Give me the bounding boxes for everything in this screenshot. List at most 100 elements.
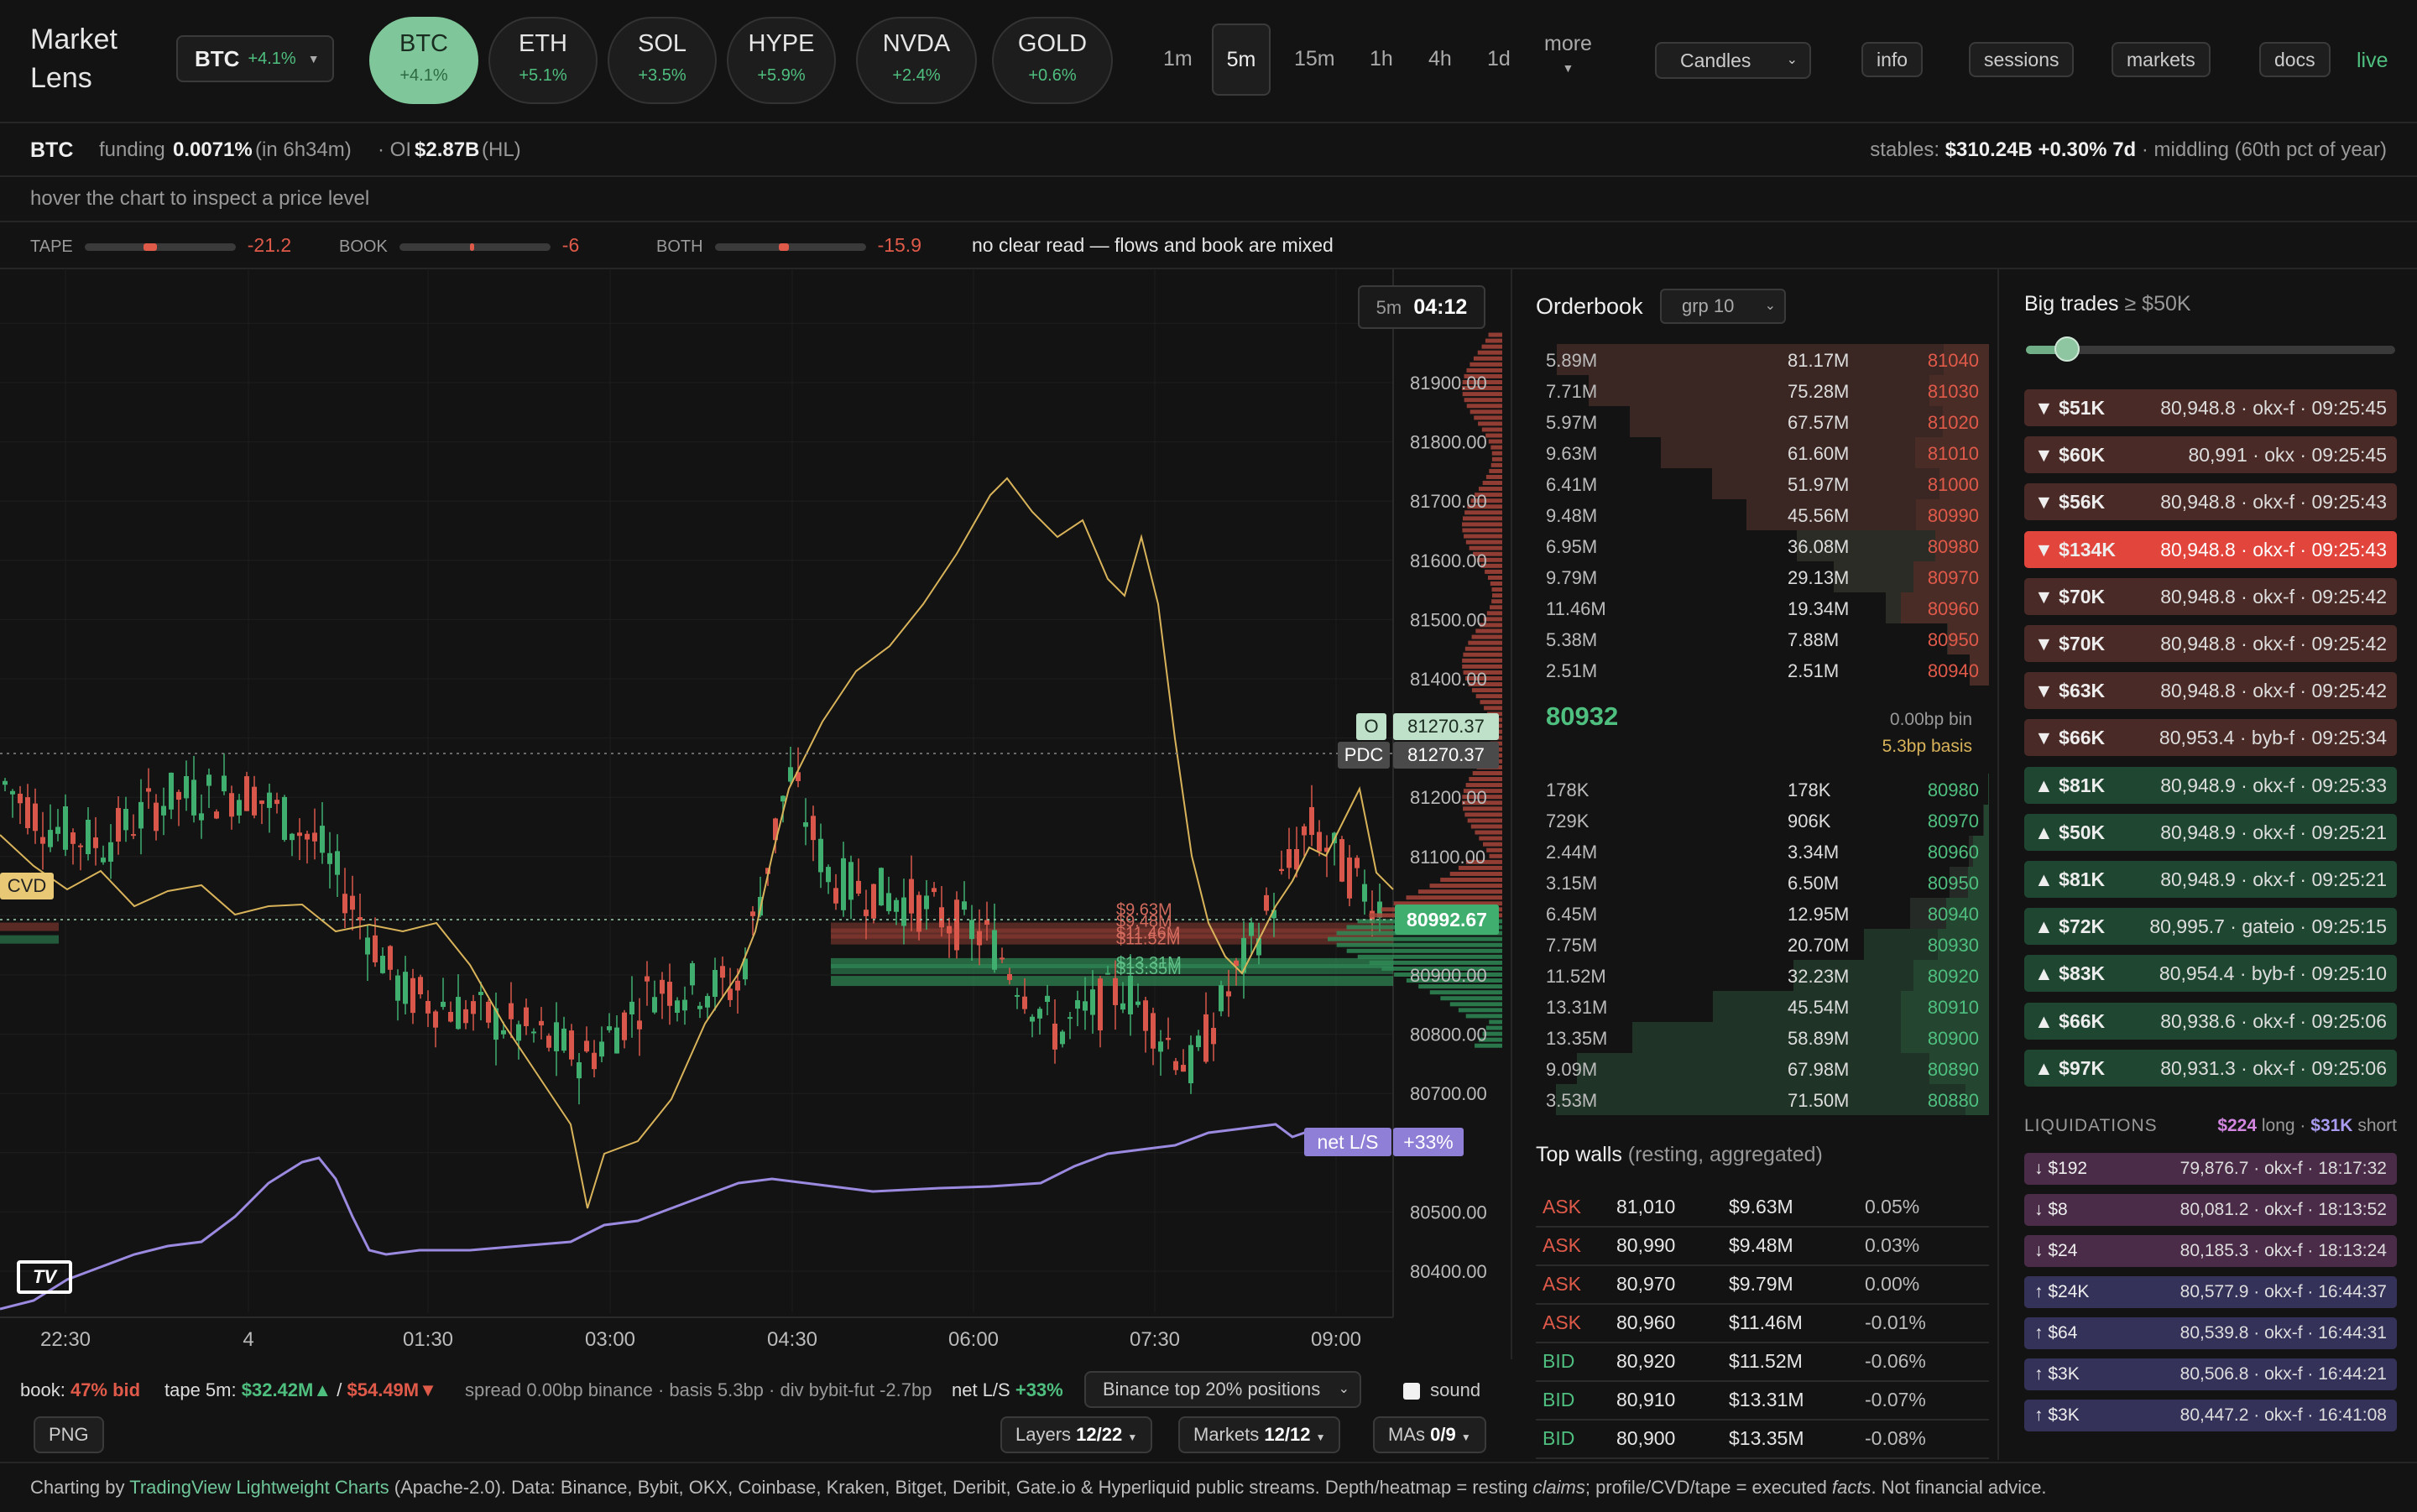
ask-price: 81030 xyxy=(1927,381,1979,402)
ask-row[interactable]: 9.63M 61.60M 81010 xyxy=(1536,437,1989,468)
slider-handle[interactable] xyxy=(2054,336,2080,362)
candle-body xyxy=(1030,1016,1035,1022)
trade-row[interactable]: ▼ $134K 80,948.8 · okx-f · 09:25:43 xyxy=(2024,530,2397,568)
ask-row[interactable]: 7.71M 75.28M 81030 xyxy=(1536,375,1989,406)
wall-labels: $9.63M$9.48M$11.46M$11.52M$13.31M$13.35M xyxy=(1116,900,1182,978)
docs-button[interactable]: docs xyxy=(2259,42,2331,77)
wall-row[interactable]: BID 80,920 $11.52M -0.06% xyxy=(1536,1343,1989,1382)
bid-row[interactable]: 3.15M 6.50M 80950 xyxy=(1536,867,1989,898)
liquidation-row[interactable]: ↓ $24 80,185.3 · okx-f · 18:13:24 xyxy=(2024,1235,2397,1267)
trade-detail: 80,948.8 · okx-f · 09:25:42 xyxy=(2160,633,2387,654)
wall-row[interactable]: BID 80,910 $13.31M -0.07% xyxy=(1536,1382,1989,1421)
ask-row[interactable]: 11.46M 19.34M 80960 xyxy=(1536,592,1989,623)
wall-row[interactable]: ASK 80,990 $9.48M 0.03% xyxy=(1536,1228,1989,1266)
candle-body xyxy=(629,1001,634,1015)
asset-nvda[interactable]: NVDA +2.4% xyxy=(856,17,977,104)
asset-hype[interactable]: HYPE +5.9% xyxy=(727,17,836,104)
trade-row[interactable]: ▲ $81K 80,948.9 · okx-f · 09:25:21 xyxy=(2024,861,2397,898)
timeframe-15m[interactable]: 15m xyxy=(1294,47,1335,71)
candle-body xyxy=(237,800,242,816)
ask-row[interactable]: 5.38M 7.88M 80950 xyxy=(1536,623,1989,654)
symbol-select[interactable]: BTC +4.1% ▼ xyxy=(176,35,334,82)
liquidation-row[interactable]: ↓ $192 79,876.7 · okx-f · 18:17:32 xyxy=(2024,1153,2397,1185)
liquidation-row[interactable]: ↓ $8 80,081.2 · okx-f · 18:13:52 xyxy=(2024,1194,2397,1226)
markets-layer-button[interactable]: Markets 12/12 ▼ xyxy=(1178,1416,1341,1453)
asset-sol[interactable]: SOL +3.5% xyxy=(608,17,717,104)
bid-row[interactable]: 7.75M 20.70M 80930 xyxy=(1536,929,1989,960)
ask-total: 75.28M xyxy=(1788,381,1850,402)
ask-row[interactable]: 6.41M 51.97M 81000 xyxy=(1536,468,1989,499)
live-indicator[interactable]: live xyxy=(2357,49,2388,73)
ask-size: 9.63M xyxy=(1546,443,1598,464)
timeframe-1h[interactable]: 1h xyxy=(1370,47,1393,71)
ask-row[interactable]: 2.51M 2.51M 80940 xyxy=(1536,654,1989,686)
bid-row[interactable]: 13.31M 45.54M 80910 xyxy=(1536,991,1989,1022)
timeframe-4h[interactable]: 4h xyxy=(1428,47,1452,71)
candle-body xyxy=(811,816,816,841)
liquidation-row[interactable]: ↑ $24K 80,577.9 · okx-f · 16:44:37 xyxy=(2024,1276,2397,1308)
markets-button[interactable]: markets xyxy=(2112,42,2211,77)
trade-row[interactable]: ▼ $60K 80,991 · okx · 09:25:45 xyxy=(2024,436,2397,474)
price-chart[interactable]: 81900.00 81800.00 81700.00 81600.00 81500.00… xyxy=(0,269,1512,1359)
bid-row[interactable]: 178K 178K 80980 xyxy=(1536,774,1989,805)
wall-row[interactable]: ASK 80,970 $9.79M 0.00% xyxy=(1536,1266,1989,1305)
info-button[interactable]: info xyxy=(1861,42,1924,77)
wall-row[interactable]: ASK 81,010 $9.63M 0.05% xyxy=(1536,1189,1989,1228)
ask-row[interactable]: 5.89M 81.17M 81040 xyxy=(1536,344,1989,375)
ask-row[interactable]: 9.48M 45.56M 80990 xyxy=(1536,499,1989,530)
trade-row[interactable]: ▼ $66K 80,953.4 · byb-f · 09:25:34 xyxy=(2024,719,2397,757)
chart-canvas[interactable]: 81900.00 81800.00 81700.00 81600.00 81500.00… xyxy=(0,269,1511,1359)
time-tick: 07:30 xyxy=(1130,1328,1180,1351)
asset-gold[interactable]: GOLD +0.6% xyxy=(992,17,1113,104)
sound-toggle[interactable]: sound xyxy=(1403,1379,1480,1401)
trade-row[interactable]: ▼ $70K 80,948.8 · okx-f · 09:25:42 xyxy=(2024,577,2397,615)
tradingview-logo[interactable]: TV xyxy=(17,1260,72,1294)
positions-select[interactable]: Binance top 20% positions ⌄ xyxy=(1084,1371,1361,1408)
candle-body xyxy=(516,1024,521,1041)
trade-row[interactable]: ▼ $63K 80,948.8 · okx-f · 09:25:42 xyxy=(2024,672,2397,710)
liquidation-row[interactable]: ↑ $3K 80,506.8 · okx-f · 16:44:21 xyxy=(2024,1358,2397,1390)
bid-row[interactable]: 3.53M 71.50M 80880 xyxy=(1536,1084,1989,1115)
layers-button[interactable]: Layers 12/22 ▼ xyxy=(1000,1416,1153,1453)
trade-row[interactable]: ▲ $81K 80,948.9 · okx-f · 09:25:33 xyxy=(2024,766,2397,804)
bid-row[interactable]: 9.09M 67.98M 80890 xyxy=(1536,1053,1989,1084)
asset-btc[interactable]: BTC +4.1% xyxy=(369,17,478,104)
timeframe-1d[interactable]: 1d xyxy=(1487,47,1511,71)
bid-row[interactable]: 729K 906K 80970 xyxy=(1536,805,1989,836)
candle-body xyxy=(373,935,378,962)
ask-row[interactable]: 9.79M 29.13M 80970 xyxy=(1536,561,1989,592)
bid-row[interactable]: 13.35M 58.89M 80900 xyxy=(1536,1022,1989,1053)
candle-body xyxy=(395,975,400,1001)
asset-eth[interactable]: ETH +5.1% xyxy=(488,17,598,104)
timeframe-1m[interactable]: 1m xyxy=(1163,47,1193,71)
wall-row[interactable]: BID 80,900 $13.35M -0.08% xyxy=(1536,1421,1989,1459)
chart-type-select[interactable]: Candles ⌄ xyxy=(1655,42,1811,79)
bid-row[interactable]: 2.44M 3.34M 80960 xyxy=(1536,836,1989,867)
trade-row[interactable]: ▲ $72K 80,995.7 · gateio · 09:25:15 xyxy=(2024,908,2397,946)
timeframe-5m[interactable]: 5m xyxy=(1212,23,1271,96)
trade-row[interactable]: ▲ $66K 80,938.6 · okx-f · 09:25:06 xyxy=(2024,1002,2397,1040)
group-select[interactable]: grp 10 ⌄ xyxy=(1660,289,1786,324)
trade-row[interactable]: ▲ $50K 80,948.9 · okx-f · 09:25:21 xyxy=(2024,813,2397,851)
liquidation-row[interactable]: ↑ $3K 80,447.2 · okx-f · 16:41:08 xyxy=(2024,1400,2397,1431)
sessions-button[interactable]: sessions xyxy=(1969,42,2075,77)
mas-button[interactable]: MAs 0/9 ▼ xyxy=(1373,1416,1486,1453)
tradingview-link[interactable]: TradingView Lightweight Charts xyxy=(129,1477,389,1498)
more-timeframes-button[interactable]: more ▼ xyxy=(1544,32,1592,75)
wall-row[interactable]: ASK 80,960 $11.46M -0.01% xyxy=(1536,1305,1989,1343)
trade-row[interactable]: ▲ $97K 80,931.3 · okx-f · 09:25:06 xyxy=(2024,1049,2397,1087)
ask-row[interactable]: 5.97M 67.57M 81020 xyxy=(1536,406,1989,437)
trade-row[interactable]: ▲ $83K 80,954.4 · byb-f · 09:25:10 xyxy=(2024,955,2397,993)
bid-row[interactable]: 6.45M 12.95M 80940 xyxy=(1536,898,1989,929)
ask-row[interactable]: 6.95M 36.08M 80980 xyxy=(1536,530,1989,561)
sound-checkbox[interactable] xyxy=(1403,1383,1420,1400)
trade-row[interactable]: ▼ $70K 80,948.8 · okx-f · 09:25:42 xyxy=(2024,625,2397,662)
threshold-slider[interactable] xyxy=(2026,336,2395,362)
candle-body xyxy=(1166,1037,1171,1040)
trade-row[interactable]: ▼ $56K 80,948.8 · okx-f · 09:25:43 xyxy=(2024,483,2397,521)
bid-row[interactable]: 11.52M 32.23M 80920 xyxy=(1536,960,1989,991)
png-export-button[interactable]: PNG xyxy=(34,1416,104,1453)
trade-row[interactable]: ▼ $51K 80,948.8 · okx-f · 09:25:45 xyxy=(2024,389,2397,426)
wall-distance: -0.01% xyxy=(1865,1311,1926,1333)
liquidation-row[interactable]: ↑ $64 80,539.8 · okx-f · 16:44:31 xyxy=(2024,1317,2397,1349)
